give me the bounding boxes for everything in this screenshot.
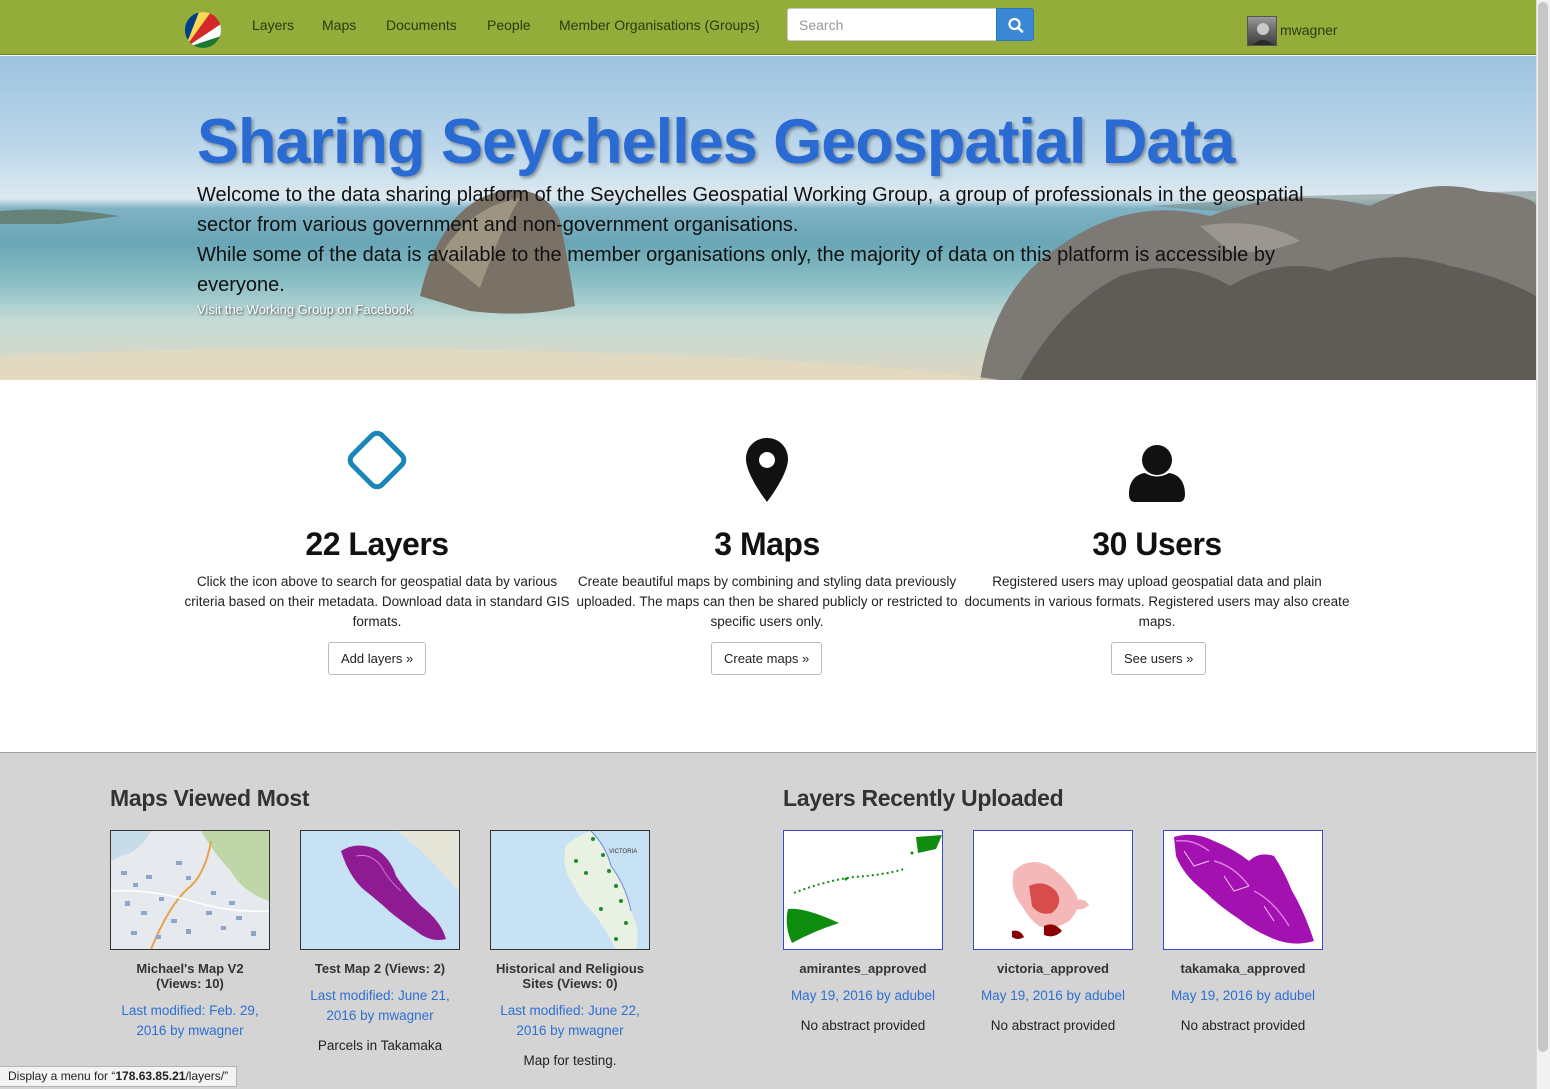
layer-upload-info[interactable]: May 19, 2016 by adubel: [1163, 986, 1323, 1006]
map-marker-icon[interactable]: [727, 430, 807, 510]
nav-maps[interactable]: Maps: [322, 17, 356, 33]
layers-recently-uploaded-heading: Layers Recently Uploaded: [783, 785, 1064, 811]
maps-description: Create beautiful maps by combining and s…: [576, 574, 958, 629]
layer-abstract: No abstract provided: [800, 1018, 926, 1033]
status-host: 178.63.85.21: [115, 1069, 186, 1083]
status-path: /layers/”: [185, 1069, 229, 1083]
map-last-modified[interactable]: Last modified: June 22, 2016 by mwagner: [490, 1001, 650, 1041]
maps-viewed-most-heading: Maps Viewed Most: [110, 785, 310, 811]
maps-count-title: 3 Maps: [714, 526, 820, 562]
hero-intro-paragraph: Welcome to the data sharing platform of …: [197, 184, 1304, 236]
layers-description: Click the icon above to search for geosp…: [184, 574, 570, 629]
hero-access-paragraph: While some of the data is available to t…: [197, 244, 1275, 296]
map-abstract: Map for testing.: [523, 1053, 617, 1068]
add-layers-button[interactable]: Add layers »: [328, 642, 427, 675]
map-card: Michael's Map V2 (Views: 10) Last modifi…: [110, 830, 270, 1041]
nav-documents[interactable]: Documents: [386, 17, 457, 33]
see-users-button[interactable]: See users »: [1111, 642, 1207, 675]
feature-maps: 3 Maps Create beautiful maps by combinin…: [572, 430, 962, 675]
layer-card: takamaka_approved May 19, 2016 by adubel…: [1163, 830, 1323, 1036]
layer-card: victoria_approved May 19, 2016 by adubel…: [973, 830, 1133, 1036]
nav-layers[interactable]: Layers: [252, 17, 294, 33]
search-icon: [1008, 17, 1024, 33]
map-title[interactable]: Michael's Map V2 (Views: 10): [110, 961, 270, 991]
browser-status-bar: Display a menu for “178.63.85.21/layers/…: [0, 1066, 238, 1087]
users-description: Registered users may upload geospatial d…: [964, 574, 1350, 629]
map-abstract: Parcels in Takamaka: [317, 1038, 443, 1053]
map-card: Test Map 2 (Views: 2) Last modified: Jun…: [300, 830, 460, 1056]
feature-layers: 22 Layers Click the icon above to search…: [182, 430, 572, 675]
layer-upload-info[interactable]: May 19, 2016 by adubel: [973, 986, 1133, 1006]
nav-member-organisations[interactable]: Member Organisations (Groups): [559, 17, 760, 33]
layer-title[interactable]: amirantes_approved: [783, 961, 943, 976]
users-count-title: 30 Users: [1092, 526, 1222, 562]
username-menu[interactable]: mwagner: [1280, 22, 1338, 38]
feature-users: 30 Users Registered users may upload geo…: [962, 430, 1352, 675]
map-title[interactable]: Test Map 2 (Views: 2): [300, 961, 460, 976]
status-prefix: Display a menu for “: [8, 1069, 116, 1083]
layer-thumbnail[interactable]: [1163, 830, 1323, 950]
lists-section: Maps Viewed Most Layers Recently Uploade…: [0, 752, 1536, 1089]
map-last-modified[interactable]: Last modified: June 21, 2016 by mwagner: [300, 986, 460, 1026]
layers-count-title: 22 Layers: [305, 526, 449, 562]
layer-abstract: No abstract provided: [990, 1018, 1116, 1033]
layer-upload-info[interactable]: May 19, 2016 by adubel: [783, 986, 943, 1006]
layer-thumbnail[interactable]: [783, 830, 943, 950]
user-avatar[interactable]: [1247, 16, 1277, 46]
diamond-icon[interactable]: [337, 430, 417, 510]
layer-title[interactable]: victoria_approved: [973, 961, 1133, 976]
map-card: VICTORIA Historical and Religious Sites …: [490, 830, 650, 1071]
layer-abstract: No abstract provided: [1180, 1018, 1306, 1033]
search-input[interactable]: [787, 8, 997, 41]
facebook-link[interactable]: Visit the Working Group on Facebook: [197, 302, 413, 317]
svg-text:VICTORIA: VICTORIA: [609, 849, 637, 855]
scrollbar-thumb[interactable]: [1538, 2, 1548, 1052]
seychelles-flag-logo[interactable]: [185, 12, 221, 48]
map-thumbnail[interactable]: [300, 830, 460, 950]
hero-title: Sharing Seychelles Geospatial Data: [197, 107, 1235, 177]
hero-banner: Sharing Seychelles Geospatial Data Welco…: [0, 56, 1536, 380]
layer-thumbnail[interactable]: [973, 830, 1133, 950]
layer-card: amirantes_approved May 19, 2016 by adube…: [783, 830, 943, 1036]
map-thumbnail[interactable]: VICTORIA: [490, 830, 650, 950]
search-button[interactable]: [996, 8, 1034, 41]
layer-title[interactable]: takamaka_approved: [1163, 961, 1323, 976]
nav-people[interactable]: People: [487, 17, 531, 33]
map-last-modified[interactable]: Last modified: Feb. 29, 2016 by mwagner: [110, 1001, 270, 1041]
map-title[interactable]: Historical and Religious Sites (Views: 0…: [490, 961, 650, 991]
create-maps-button[interactable]: Create maps »: [711, 642, 823, 675]
top-navbar: Layers Maps Documents People Member Orga…: [0, 0, 1536, 55]
user-icon[interactable]: [1117, 430, 1197, 510]
map-thumbnail[interactable]: [110, 830, 270, 950]
